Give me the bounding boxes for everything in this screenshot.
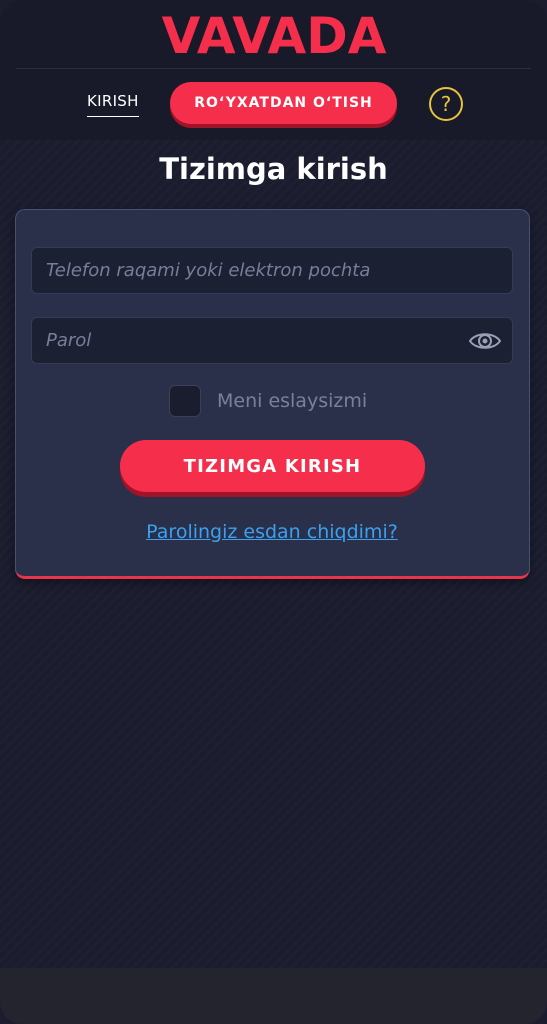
bottom-bar: [0, 968, 547, 1024]
top-bar: VAVADA KIRISH RO‘YXATDAN O‘TISH ?: [0, 0, 547, 140]
password-field[interactable]: [31, 317, 513, 364]
eye-icon[interactable]: [468, 329, 502, 353]
logo[interactable]: VAVADA: [0, 6, 547, 60]
login-screen: VAVADA KIRISH RO‘YXATDAN O‘TISH ? Tizimg…: [0, 0, 547, 1024]
help-button[interactable]: ?: [429, 87, 463, 121]
forgot-password-link[interactable]: Parolingiz esdan chiqdimi?: [16, 521, 528, 543]
remember-label: Meni eslaysizmi: [217, 390, 368, 412]
question-circle-icon: ?: [440, 92, 452, 116]
login-form: Meni eslaysizmi TIZIMGA KIRISH Parolingi…: [15, 209, 530, 579]
login-submit-button[interactable]: TIZIMGA KIRISH: [120, 440, 425, 492]
logo-text: VAVADA: [161, 7, 386, 60]
login-field[interactable]: [31, 247, 513, 294]
tab-login[interactable]: KIRISH: [87, 92, 139, 117]
remember-checkbox[interactable]: [169, 385, 201, 417]
remember-me[interactable]: Meni eslaysizmi: [169, 385, 367, 417]
password-input[interactable]: [32, 318, 512, 363]
login-input[interactable]: [32, 248, 512, 293]
header-divider: [16, 68, 531, 69]
register-button[interactable]: RO‘YXATDAN O‘TISH: [170, 82, 397, 124]
vavada-logo-icon: VAVADA: [161, 7, 386, 60]
page-title: Tizimga kirish: [159, 152, 388, 186]
